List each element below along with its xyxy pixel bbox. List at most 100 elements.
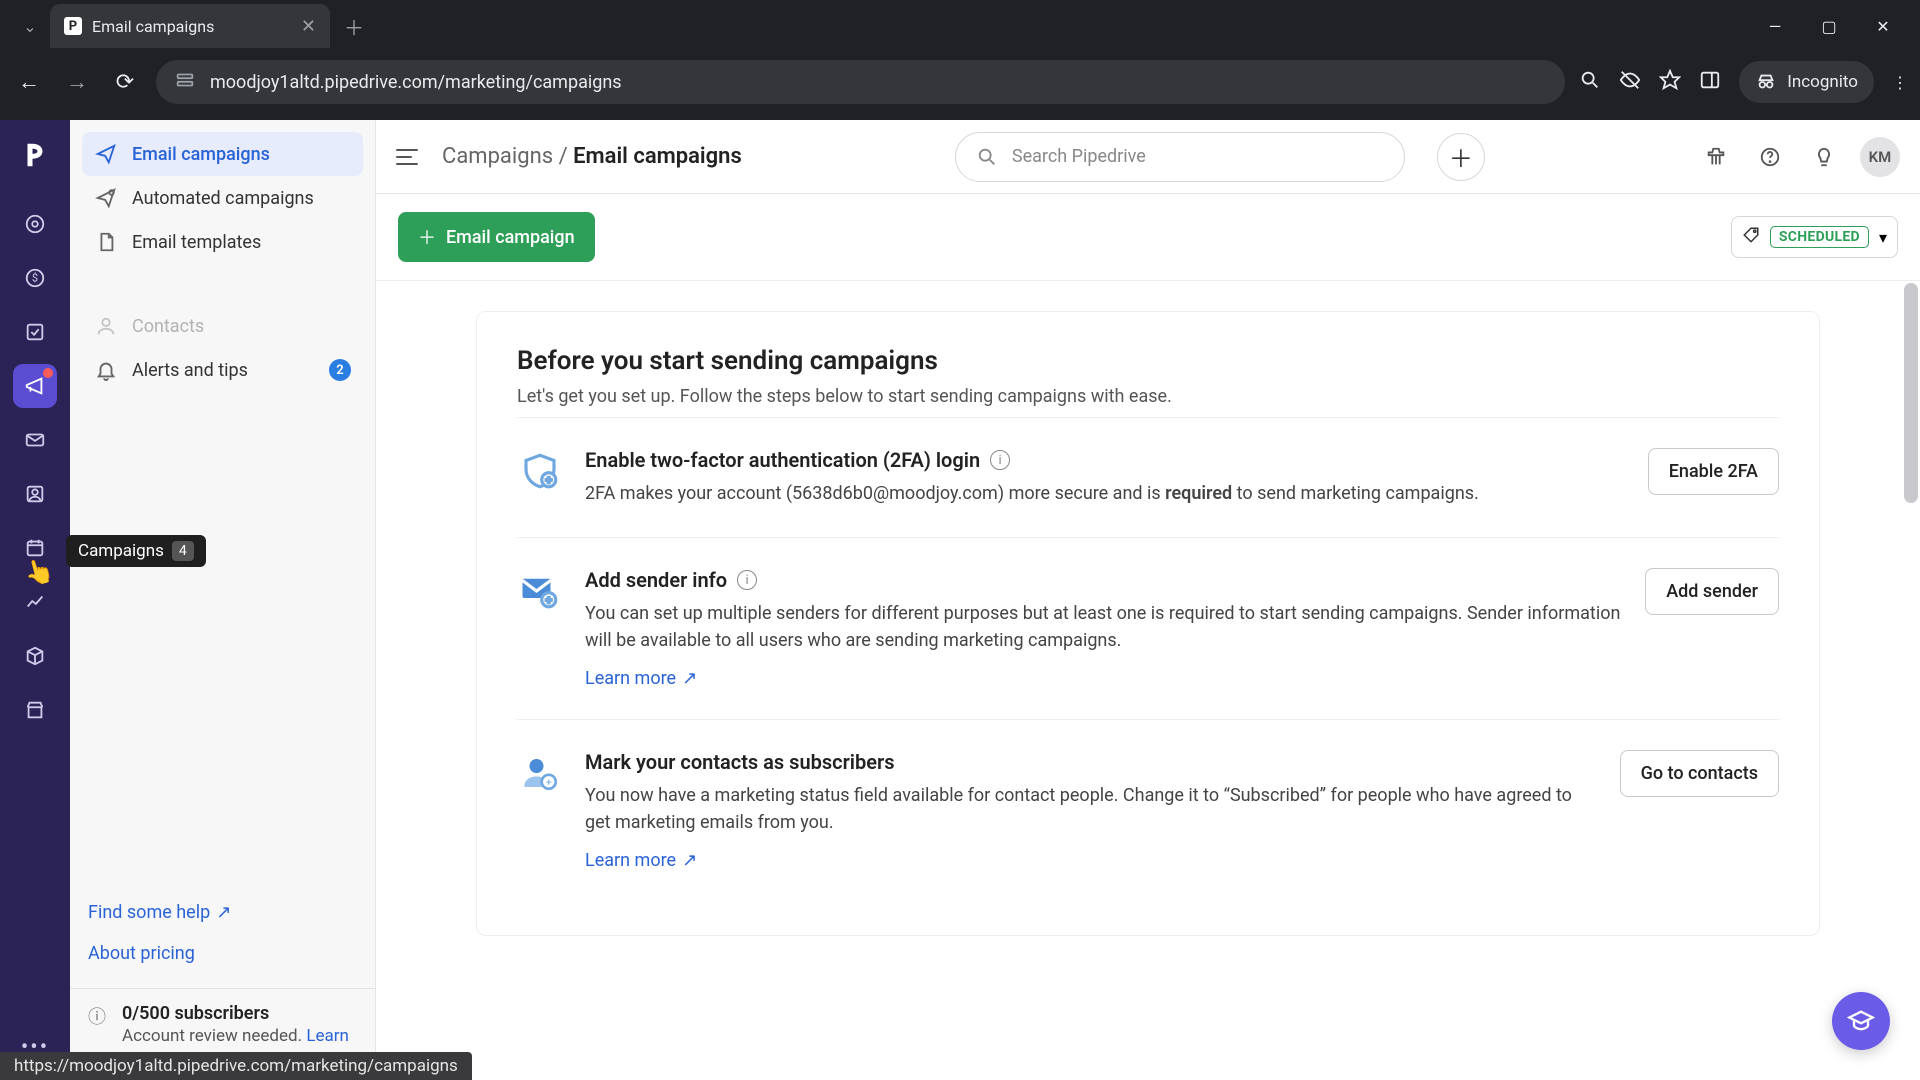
rail-contacts-icon[interactable] <box>13 472 57 516</box>
enable-2fa-button[interactable]: Enable 2FA <box>1648 448 1779 495</box>
minimize-icon[interactable]: — <box>1760 17 1790 36</box>
rail-mail-icon[interactable] <box>13 418 57 462</box>
search-input[interactable]: Search Pipedrive <box>955 132 1405 182</box>
help-icon[interactable] <box>1752 139 1788 175</box>
step-body: You now have a marketing status field av… <box>585 785 1572 833</box>
onboarding-heading: Before you start sending campaigns <box>517 346 1779 376</box>
app-logo[interactable] <box>14 134 56 176</box>
external-link-icon: ↗ <box>216 902 231 923</box>
step-title: Add sender info <box>585 568 727 592</box>
rail-products-icon[interactable] <box>13 634 57 678</box>
info-icon[interactable]: i <box>990 450 1010 470</box>
tab-title: Email campaigns <box>92 17 214 36</box>
onboarding-sub: Let's get you set up. Follow the steps b… <box>517 386 1779 407</box>
automation-icon <box>94 186 118 210</box>
template-icon <box>94 230 118 254</box>
whats-new-icon[interactable] <box>1806 139 1842 175</box>
sidebar-item-label: Alerts and tips <box>132 360 248 381</box>
avatar-initials: KM <box>1869 148 1892 166</box>
notification-dot <box>43 368 53 378</box>
content-scroll[interactable]: Before you start sending campaigns Let's… <box>376 281 1920 1080</box>
site-info-icon[interactable] <box>174 69 196 96</box>
rail-deals-icon[interactable]: $ <box>13 256 57 300</box>
sidebar-item-label: Contacts <box>132 316 204 337</box>
pricing-link[interactable]: About pricing <box>88 933 357 974</box>
action-bar: ＋ Email campaign SCHEDULED ▾ <box>376 194 1920 281</box>
crumb-sep: / <box>553 144 573 169</box>
pricing-link-label: About pricing <box>88 943 195 964</box>
rail-campaigns-icon[interactable] <box>13 364 57 408</box>
sidebar-item-automated-campaigns[interactable]: Automated campaigns <box>82 176 363 220</box>
chevron-down-icon: ▾ <box>1879 228 1887 247</box>
badge-count: 2 <box>329 359 351 381</box>
rail-leads-icon[interactable] <box>13 202 57 246</box>
url-text: moodjoy1altd.pipedrive.com/marketing/cam… <box>210 72 622 93</box>
help-link[interactable]: Find some help ↗ <box>88 892 357 933</box>
learn-label: Learn more <box>585 668 676 689</box>
learn-more-link[interactable]: Learn more ↗ <box>585 668 697 689</box>
zoom-icon[interactable] <box>1579 69 1601 95</box>
scrollbar-thumb[interactable] <box>1904 283 1918 503</box>
new-email-campaign-button[interactable]: ＋ Email campaign <box>398 212 595 262</box>
tag-icon <box>1742 226 1760 248</box>
go-to-contacts-button[interactable]: Go to contacts <box>1620 750 1779 797</box>
eye-off-icon[interactable] <box>1619 69 1641 95</box>
subs-title: 0/500 subscribers <box>122 1003 357 1024</box>
reload-button[interactable]: ⟳ <box>108 65 142 99</box>
crumb-leaf: Email campaigns <box>573 144 742 169</box>
subs-body: Account review needed. <box>122 1026 302 1046</box>
paper-plane-icon <box>94 142 118 166</box>
forward-button[interactable]: → <box>60 65 94 99</box>
favicon: P <box>64 17 82 35</box>
learn-label: Learn more <box>585 850 676 871</box>
new-tab-button[interactable]: ＋ <box>336 8 372 44</box>
bell-icon <box>94 358 118 382</box>
icon-rail: $ ••• <box>0 120 70 1080</box>
sidebar-item-contacts[interactable]: Contacts <box>82 304 363 348</box>
marketplace-icon[interactable] <box>1698 139 1734 175</box>
quick-add-button[interactable]: ＋ <box>1437 133 1485 181</box>
step-contacts: + Mark your contacts as subscribers You … <box>517 719 1779 901</box>
onboarding-card: Before you start sending campaigns Let's… <box>476 311 1820 936</box>
maximize-icon[interactable]: ▢ <box>1814 17 1844 36</box>
envelope-plus-icon: + <box>517 568 563 614</box>
sidebar-item-label: Automated campaigns <box>132 188 314 209</box>
tooltip-badge: 4 <box>172 541 194 561</box>
step-body-2: to send marketing campaigns. <box>1232 483 1479 504</box>
rail-marketplace-icon[interactable] <box>13 688 57 732</box>
academy-fab[interactable] <box>1832 992 1890 1050</box>
step-body-bold: required <box>1165 483 1232 504</box>
tab-search-dropdown[interactable]: ⌄ <box>10 6 50 46</box>
learn-more-link[interactable]: Learn more ↗ <box>585 850 697 871</box>
bookmark-star-icon[interactable] <box>1659 69 1681 95</box>
topbar: Campaigns / Email campaigns Search Piped… <box>376 120 1920 194</box>
user-avatar[interactable]: KM <box>1860 137 1900 177</box>
sidebar-item-email-campaigns[interactable]: Email campaigns <box>82 132 363 176</box>
add-sender-button[interactable]: Add sender <box>1645 568 1779 615</box>
step-2fa: + Enable two-factor authentication (2FA)… <box>517 417 1779 537</box>
crumb-root[interactable]: Campaigns <box>442 144 553 169</box>
step-body: You can set up multiple senders for diff… <box>585 603 1620 651</box>
main-area: Campaigns / Email campaigns Search Piped… <box>376 120 1920 1080</box>
sidepanel-icon[interactable] <box>1699 69 1721 95</box>
browser-menu-icon[interactable]: ⋮ <box>1892 73 1908 92</box>
step-title: Mark your contacts as subscribers <box>585 750 894 774</box>
step-title: Enable two-factor authentication (2FA) l… <box>585 448 980 472</box>
close-window-icon[interactable]: ✕ <box>1868 17 1898 36</box>
sidebar-item-label: Email campaigns <box>132 144 270 165</box>
filter-scheduled-dropdown[interactable]: SCHEDULED ▾ <box>1731 216 1898 258</box>
rail-projects-icon[interactable] <box>13 310 57 354</box>
search-placeholder: Search Pipedrive <box>1012 146 1146 167</box>
sidebar-toggle-icon[interactable] <box>396 143 424 171</box>
back-button[interactable]: ← <box>12 65 46 99</box>
sidebar-item-alerts-tips[interactable]: Alerts and tips 2 <box>82 348 363 392</box>
info-icon[interactable]: i <box>737 570 757 590</box>
close-tab-icon[interactable]: ✕ <box>301 16 316 37</box>
rail-tooltip: Campaigns 4 <box>66 535 206 567</box>
incognito-badge[interactable]: Incognito <box>1739 61 1874 103</box>
sidebar-item-email-templates[interactable]: Email templates <box>82 220 363 264</box>
scrollbar-track[interactable] <box>1902 281 1920 1080</box>
arrow-icon: ↗ <box>682 668 697 689</box>
browser-tab[interactable]: P Email campaigns ✕ <box>50 4 330 48</box>
address-bar[interactable]: moodjoy1altd.pipedrive.com/marketing/cam… <box>156 60 1565 104</box>
